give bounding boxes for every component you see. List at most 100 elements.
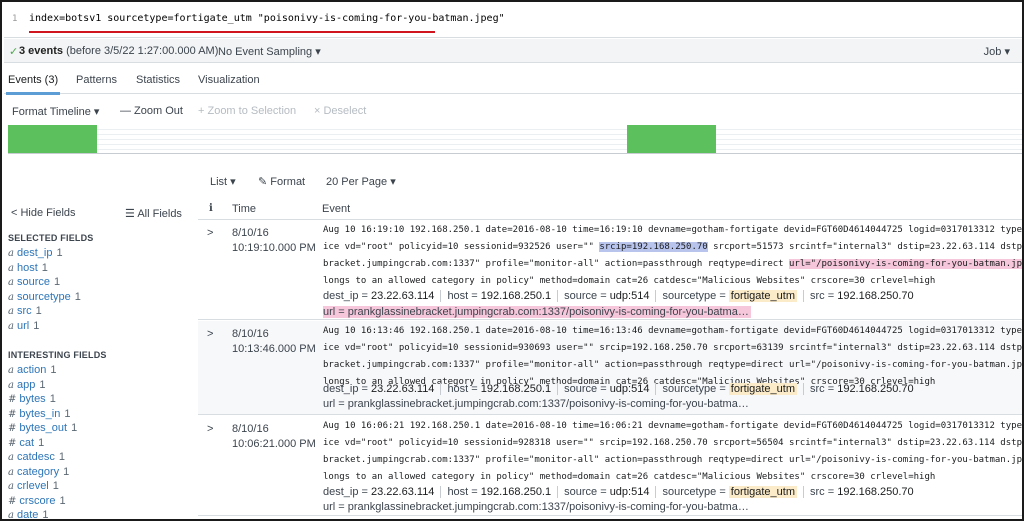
field-name: host <box>16 261 38 274</box>
event-sampling-dropdown[interactable]: No Event Sampling ▾ <box>218 45 321 58</box>
field-source[interactable]: source = udp:514 <box>564 290 657 302</box>
field-count: 1 <box>59 494 66 507</box>
field-sourcetype[interactable]: sourcetype = fortigate_utm <box>662 486 804 498</box>
sidebar-field-app[interactable]: a app 1 <box>8 379 45 391</box>
sidebar-field-bytes-out[interactable]: # bytes_out 1 <box>8 422 77 434</box>
field-key: source = <box>564 486 610 498</box>
hide-fields-button[interactable]: < Hide Fields <box>11 207 76 219</box>
sidebar-field-host[interactable]: a host 1 <box>8 262 48 274</box>
sidebar-field-src[interactable]: a src 1 <box>8 305 42 317</box>
field-key: url = <box>323 306 348 318</box>
sidebar-field-date[interactable]: a date 1 <box>8 509 49 519</box>
splunk-search-window: 1 index=botsv1 sourcetype=fortigate_utm … <box>0 0 1024 521</box>
field-name: crscore <box>19 494 56 507</box>
field-src[interactable]: src = 192.168.250.70 <box>810 290 920 302</box>
field-src[interactable]: src = 192.168.250.70 <box>810 486 920 498</box>
field-type-icon: a <box>8 452 14 463</box>
field-sourcetype[interactable]: sourcetype = fortigate_utm <box>662 383 804 395</box>
srcip-highlight: srcip=192.168.250.70 <box>599 242 708 252</box>
field-dest-ip[interactable]: dest_ip = 23.22.63.114 <box>323 486 442 498</box>
tab-events[interactable]: Events (3) <box>8 74 58 86</box>
field-name: src <box>16 305 32 317</box>
event-raw-segment: srcport=51573 srcintf="internal3" dstip=… <box>713 242 1022 252</box>
field-count: 1 <box>63 465 70 478</box>
query-underline <box>29 31 435 33</box>
field-host[interactable]: host = 192.168.250.1 <box>447 290 559 302</box>
event-fields: dest_ip = 23.22.63.114 host = 192.168.250… <box>323 383 926 395</box>
all-fields-button[interactable]: ☰ All Fields <box>125 207 182 220</box>
tab-statistics[interactable]: Statistics <box>136 74 180 86</box>
sidebar-field-url[interactable]: a url 1 <box>8 320 39 332</box>
field-host[interactable]: host = 192.168.250.1 <box>447 383 559 395</box>
event-timeline[interactable] <box>8 125 1022 153</box>
timeline-bar[interactable] <box>8 125 97 153</box>
sidebar-field-action[interactable]: a action 1 <box>8 364 56 376</box>
field-name: action <box>16 364 47 376</box>
format-button[interactable]: ✎ Format <box>258 175 305 188</box>
field-host[interactable]: host = 192.168.250.1 <box>447 486 559 498</box>
sidebar-field-bytes-in[interactable]: # bytes_in 1 <box>8 408 71 420</box>
field-count: 1 <box>54 276 61 288</box>
field-value: udp:514 <box>609 383 650 395</box>
format-timeline-button[interactable]: Format Timeline ▾ <box>12 105 99 118</box>
field-dest-ip[interactable]: dest_ip = 23.22.63.114 <box>323 290 442 302</box>
sidebar-field-category[interactable]: a category 1 <box>8 466 69 478</box>
timeline-bar[interactable] <box>627 125 716 153</box>
event-raw-line: bracket.jumpingcrab.com:1337" profile="m… <box>323 455 1022 465</box>
list-view-dropdown[interactable]: List ▾ <box>210 175 236 188</box>
field-name: bytes_in <box>19 407 61 420</box>
event-raw-line: bracket.jumpingcrab.com:1337" profile="m… <box>323 259 1022 269</box>
field-key: src = <box>810 383 838 395</box>
field-url[interactable]: url = prankglassinebracket.jumpingcrab.c… <box>323 306 751 318</box>
field-type-icon: # <box>8 437 17 449</box>
field-key: sourcetype = <box>662 383 729 395</box>
field-count: 1 <box>71 422 78 434</box>
field-key: dest_ip = <box>323 383 372 395</box>
events-table: i Time Event > 8/10/16 10:19:10.000 PM A… <box>198 198 1022 519</box>
field-key: dest_ip = <box>323 486 372 498</box>
field-src[interactable]: src = 192.168.250.70 <box>810 383 920 395</box>
field-count: 1 <box>56 247 63 259</box>
sidebar-field-source[interactable]: a source 1 <box>8 276 60 288</box>
sidebar-field-bytes[interactable]: # bytes 1 <box>8 393 56 405</box>
search-bar[interactable]: 1 index=botsv1 sourcetype=fortigate_utm … <box>4 4 1022 38</box>
field-name: app <box>16 378 36 391</box>
field-count: 1 <box>39 378 46 391</box>
field-value: udp:514 <box>609 486 650 498</box>
deselect-button[interactable]: × Deselect <box>314 105 366 117</box>
all-fields-label: All Fields <box>137 208 182 220</box>
tab-visualization[interactable]: Visualization <box>198 74 260 86</box>
sidebar-field-crlevel[interactable]: a crlevel 1 <box>8 480 59 492</box>
field-name: category <box>16 465 60 478</box>
expand-row-icon[interactable]: > <box>207 328 213 340</box>
sidebar-field-catdesc[interactable]: a catdesc 1 <box>8 451 65 463</box>
sidebar-header: < Hide Fields ☰ All Fields <box>4 198 196 224</box>
field-value: 192.168.250.70 <box>837 383 914 395</box>
field-type-icon: # <box>8 408 17 420</box>
expand-row-icon[interactable]: > <box>207 423 213 435</box>
search-query-input[interactable]: index=botsv1 sourcetype=fortigate_utm "p… <box>29 13 505 24</box>
time-column-header[interactable]: Time <box>232 203 256 215</box>
sidebar-field-dest-ip[interactable]: a dest_ip 1 <box>8 247 63 259</box>
per-page-dropdown[interactable]: 20 Per Page ▾ <box>326 175 396 188</box>
tab-patterns[interactable]: Patterns <box>76 74 117 86</box>
field-sourcetype[interactable]: sourcetype = fortigate_utm <box>662 290 804 302</box>
field-source[interactable]: source = udp:514 <box>564 383 657 395</box>
field-count: 1 <box>33 319 40 332</box>
field-url[interactable]: url = prankglassinebracket.jumpingcrab.c… <box>323 501 749 513</box>
sidebar-field-cat[interactable]: # cat 1 <box>8 437 44 449</box>
zoom-to-selection-button[interactable]: + Zoom to Selection <box>198 105 296 117</box>
sidebar-field-sourcetype[interactable]: a sourcetype 1 <box>8 291 81 303</box>
field-count: 1 <box>50 364 57 376</box>
field-url[interactable]: url = prankglassinebracket.jumpingcrab.c… <box>323 398 749 410</box>
event-raw-line: ice vd="root" policyid=10 sessionid=9283… <box>323 438 1022 448</box>
event-fields: dest_ip = 23.22.63.114 host = 192.168.250… <box>323 486 926 498</box>
sidebar-field-crscore[interactable]: # crscore 1 <box>8 495 66 507</box>
zoom-out-button[interactable]: — Zoom Out <box>120 105 183 117</box>
job-menu[interactable]: Job ▾ <box>984 45 1010 58</box>
field-dest-ip[interactable]: dest_ip = 23.22.63.114 <box>323 383 442 395</box>
table-row: > 8/10/16 10:19:10.000 PM Aug 10 16:19:1… <box>198 220 1022 320</box>
field-source[interactable]: source = udp:514 <box>564 486 657 498</box>
field-name: url <box>16 319 30 332</box>
expand-row-icon[interactable]: > <box>207 227 213 239</box>
